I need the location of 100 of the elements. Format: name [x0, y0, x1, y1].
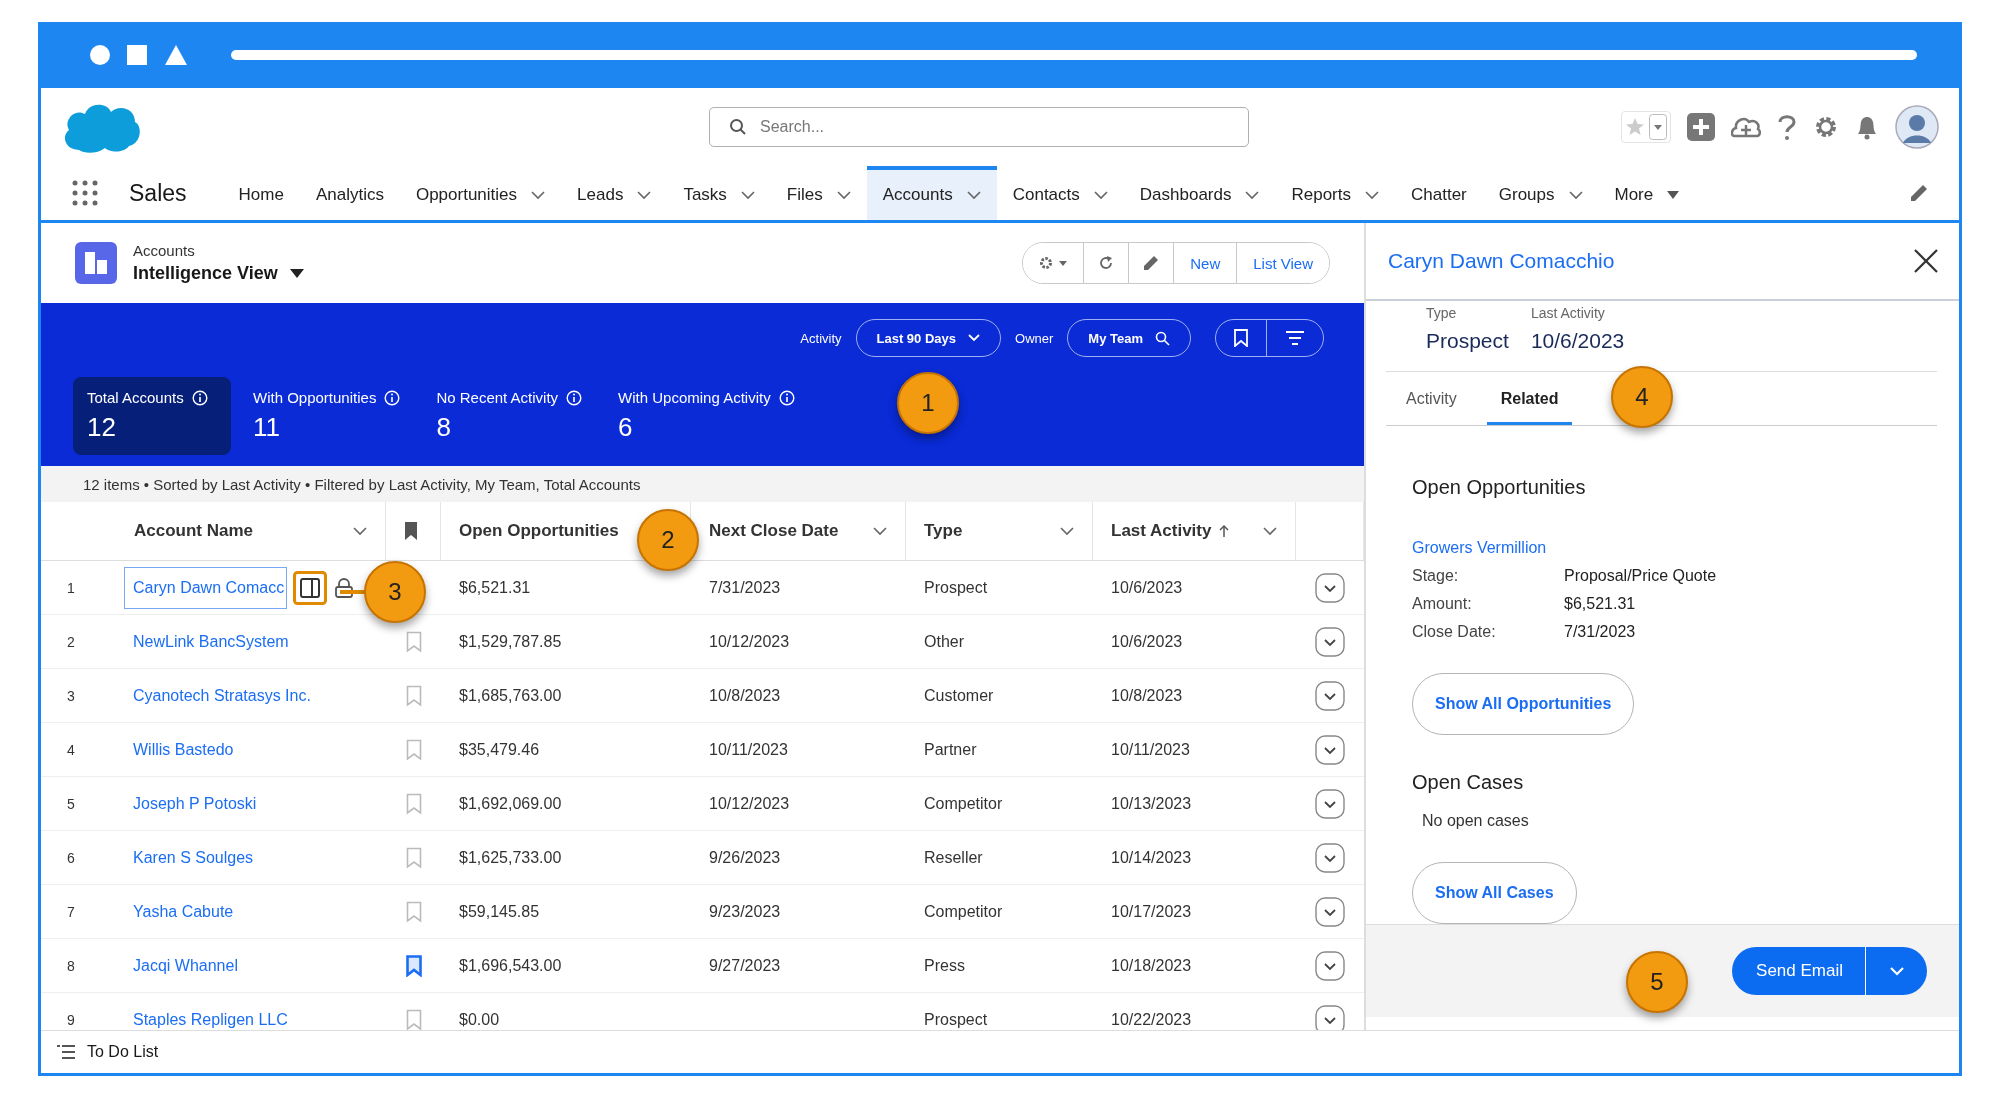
- show-all-cases-button[interactable]: Show All Cases: [1412, 862, 1577, 924]
- nav-tab[interactable]: Reports: [1275, 166, 1395, 220]
- field-label: Type: [1426, 305, 1458, 321]
- metric-tile[interactable]: With Upcoming Activity 6: [604, 377, 809, 455]
- table-cell-text: 10/6/2023: [1110, 577, 1184, 598]
- table-cell-text: Competitor: [923, 793, 1004, 814]
- account-link[interactable]: Yasha Cabute: [124, 890, 243, 933]
- field-label: Last Activity: [1530, 305, 1606, 321]
- table-cell-text: 10/12/2023: [708, 631, 791, 652]
- send-email-button[interactable]: Send Email: [1732, 947, 1865, 995]
- nav-tab[interactable]: More: [1598, 166, 1696, 220]
- detail-value: $6,521.31: [1564, 595, 1637, 613]
- chevron-down-icon[interactable]: [353, 526, 367, 536]
- filter-label: Owner: [1015, 330, 1054, 346]
- account-link[interactable]: NewLink BancSystem: [124, 620, 298, 663]
- row-number: 6: [66, 848, 76, 868]
- list-view-selector[interactable]: Intelligence View: [133, 263, 304, 284]
- table-cell-text: 10/13/2023: [1110, 793, 1193, 814]
- nav-tab[interactable]: Home: [222, 166, 300, 220]
- chevron-down-icon[interactable]: [1060, 526, 1074, 536]
- column-header[interactable]: Next Close Date: [709, 521, 839, 541]
- bell-icon[interactable]: [1855, 114, 1879, 140]
- row-actions-icon[interactable]: [1315, 842, 1345, 873]
- column-header[interactable]: Last Activity: [1111, 521, 1212, 541]
- search-field[interactable]: Search...: [709, 107, 1249, 147]
- table-cell-text: Reseller: [923, 847, 984, 868]
- nav-tab[interactable]: Files: [770, 166, 867, 220]
- account-link[interactable]: Joseph P Potoski: [124, 782, 266, 825]
- table-cell-text: $1,529,787.85: [458, 631, 563, 652]
- table-cell-text: $0.00: [458, 1009, 501, 1030]
- caret-icon: [1649, 114, 1667, 140]
- avatar-icon[interactable]: [1895, 105, 1939, 149]
- filter-label: Activity: [800, 330, 842, 346]
- account-link[interactable]: Jacqi Whannel: [124, 944, 247, 987]
- row-actions-icon[interactable]: [1315, 626, 1345, 657]
- nav-tab[interactable]: Leads: [561, 166, 668, 220]
- bookmark-icon[interactable]: [405, 954, 422, 977]
- settings-icon[interactable]: [1813, 114, 1839, 140]
- account-link[interactable]: Cyanotech Stratasys Inc.: [124, 674, 320, 717]
- filter-icon: [1285, 330, 1305, 346]
- metric-tile[interactable]: No Recent Activity 8: [422, 377, 597, 455]
- row-number: 2: [66, 632, 76, 652]
- panel-tab[interactable]: Activity: [1406, 372, 1471, 425]
- column-header[interactable]: Account Name: [134, 521, 254, 541]
- nav-tab[interactable]: Groups: [1482, 166, 1599, 220]
- account-link[interactable]: Willis Bastedo: [124, 728, 243, 771]
- close-icon[interactable]: [1913, 248, 1939, 274]
- row-actions-icon[interactable]: [1315, 680, 1345, 711]
- chevron-down-icon[interactable]: [1263, 526, 1277, 536]
- row-actions-icon[interactable]: [1315, 572, 1345, 603]
- table-cell-text: Other: [923, 631, 965, 652]
- chevron-down-icon[interactable]: [873, 526, 887, 536]
- row-actions-icon[interactable]: [1315, 788, 1345, 819]
- account-link[interactable]: Caryn Dawn Comacc: [124, 566, 288, 609]
- help-icon[interactable]: [1777, 113, 1797, 141]
- app-name: Sales: [129, 179, 187, 207]
- row-number: 3: [66, 686, 76, 706]
- info-icon: [566, 389, 583, 406]
- nav-tab[interactable]: Contacts: [996, 166, 1124, 220]
- account-link[interactable]: Staples Repligen LLC: [124, 998, 297, 1030]
- column-header[interactable]: Open Opportunities: [459, 521, 619, 541]
- nav-tab[interactable]: Accounts: [866, 166, 997, 220]
- account-link[interactable]: Karen S Soulges: [124, 836, 263, 879]
- nav-tab[interactable]: Tasks: [667, 166, 771, 220]
- lock-icon[interactable]: [333, 576, 356, 599]
- metric-value: 8: [436, 412, 452, 443]
- opportunity-link[interactable]: Growers Vermillion: [1412, 539, 1547, 557]
- app-launcher-icon[interactable]: [71, 179, 99, 207]
- table-cell-text: 10/11/2023: [1110, 739, 1191, 760]
- row-number: 8: [66, 956, 76, 976]
- row-number: 5: [66, 794, 76, 814]
- show-all-opportunities-button[interactable]: Show All Opportunities: [1412, 673, 1635, 735]
- record-title-link[interactable]: Caryn Dawn Comacchio: [1388, 249, 1615, 273]
- metric-tile[interactable]: With Opportunities 11: [239, 377, 415, 455]
- bookmark-icon[interactable]: [404, 521, 418, 541]
- add-icon[interactable]: [1687, 113, 1715, 141]
- edit-icon[interactable]: [1909, 183, 1929, 203]
- table-cell-text: $1,625,733.00: [458, 847, 563, 868]
- metric-tile[interactable]: Total Accounts 12: [73, 377, 231, 455]
- field-value: 10/6/2023: [1530, 329, 1625, 353]
- row-actions-icon[interactable]: [1315, 734, 1345, 765]
- nav-tab[interactable]: Dashboards: [1123, 166, 1276, 220]
- row-actions-icon[interactable]: [1315, 950, 1345, 981]
- to-do-list-button[interactable]: To Do List: [57, 1043, 159, 1061]
- column-header[interactable]: Type: [924, 521, 963, 541]
- table-cell-text: Prospect: [923, 577, 989, 598]
- nav-tab[interactable]: Opportunities: [399, 166, 562, 220]
- split-view-icon[interactable]: [293, 570, 328, 605]
- action-button[interactable]: List View: [1236, 243, 1329, 283]
- panel-tab[interactable]: Related: [1486, 372, 1573, 425]
- nav-tab[interactable]: Analytics: [299, 166, 400, 220]
- list-icon: [57, 1044, 75, 1060]
- row-actions-icon[interactable]: [1315, 896, 1345, 927]
- menu-button[interactable]: [1865, 947, 1927, 995]
- table-cell-text: $6,521.31: [458, 577, 532, 598]
- detail-label: Stage:: [1412, 567, 1460, 585]
- table-cell-text: Prospect: [923, 1009, 989, 1030]
- nav-tab[interactable]: Chatter: [1395, 166, 1483, 220]
- row-actions-icon[interactable]: [1315, 1004, 1345, 1030]
- table-cell-text: $1,692,069.00: [458, 793, 563, 814]
